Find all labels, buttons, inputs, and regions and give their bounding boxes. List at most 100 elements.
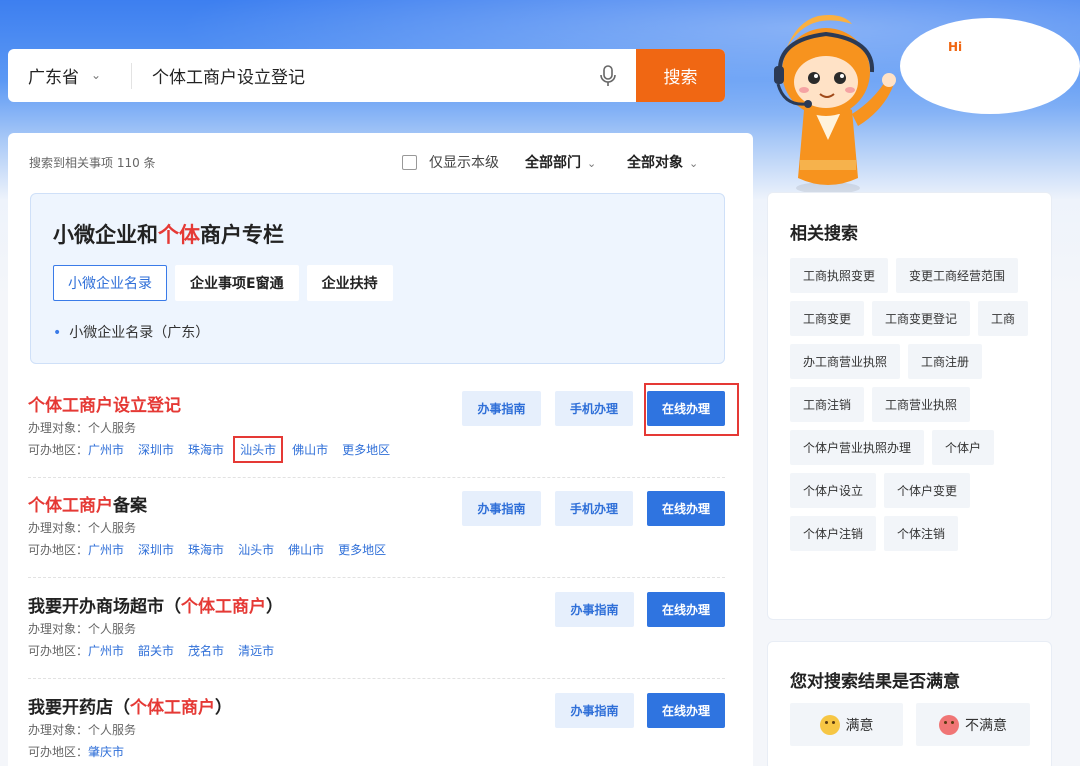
area-link[interactable]: 肇庆市 bbox=[88, 743, 124, 760]
department-label: 全部部门 bbox=[525, 155, 581, 171]
online-handle-button[interactable]: 在线办理 bbox=[647, 491, 725, 526]
area-link[interactable]: 汕头市 bbox=[238, 541, 274, 558]
tab-enterprise-support[interactable]: 企业扶持 bbox=[306, 265, 393, 301]
area-label: 可办地区： bbox=[28, 543, 89, 557]
result-title[interactable]: 个体工商户设立登记 bbox=[28, 391, 181, 416]
related-chip[interactable]: 个体户设立 bbox=[790, 473, 877, 508]
satisfied-button[interactable]: 满意 bbox=[790, 703, 903, 746]
result-target: 办理对象：个人服务 bbox=[28, 521, 137, 535]
title-highlight: 个体 bbox=[158, 223, 200, 247]
area-link[interactable]: 清远市 bbox=[238, 642, 274, 659]
related-chip[interactable]: 个体户变更 bbox=[884, 473, 971, 508]
related-chip[interactable]: 变更工商经营范围 bbox=[896, 258, 1019, 293]
tab-enterprise-e-window[interactable]: 企业事项E窗通 bbox=[175, 265, 299, 301]
search-input[interactable] bbox=[132, 49, 590, 102]
feedback-panel: 您对搜索结果是否满意 满意 不满意 bbox=[767, 641, 1052, 766]
result-title[interactable]: 我要开药店（个体工商户） bbox=[28, 693, 232, 718]
target-label: 全部对象 bbox=[627, 155, 683, 171]
region-select[interactable]: 广东省 ⌄ bbox=[8, 62, 132, 89]
result-target: 办理对象：个人服务 bbox=[28, 723, 137, 737]
title-part: 小微企业和 bbox=[53, 223, 158, 247]
guide-button[interactable]: 办事指南 bbox=[462, 391, 541, 426]
area-link[interactable]: 广州市 bbox=[88, 541, 124, 558]
result-item: 我要开药店（个体工商户） 办理对象：个人服务 可办地区： 肇庆市 办事指南 在线… bbox=[28, 680, 725, 766]
frown-icon bbox=[939, 714, 959, 735]
search-button[interactable]: 搜索 bbox=[636, 49, 725, 102]
special-item-label: 小微企业名录（广东） bbox=[69, 325, 210, 341]
more-areas-link[interactable]: 更多地区 bbox=[342, 441, 390, 458]
guide-button[interactable]: 办事指南 bbox=[462, 491, 541, 526]
title-highlight: 个体工商户 bbox=[28, 496, 113, 516]
result-item: 我要开办商场超市（个体工商户） 办理对象：个人服务 可办地区： 广州市 韶关市 … bbox=[28, 579, 725, 679]
title-part: ） bbox=[215, 698, 232, 718]
result-title[interactable]: 个体工商户备案 bbox=[28, 491, 147, 516]
related-chip[interactable]: 工商注册 bbox=[908, 344, 983, 379]
title-part: ） bbox=[266, 597, 283, 617]
bullet-icon: • bbox=[53, 325, 62, 341]
guide-button[interactable]: 办事指南 bbox=[555, 693, 634, 728]
area-link-highlighted[interactable]: 汕头市 bbox=[233, 436, 284, 463]
result-count: 搜索到相关事项 110 条 bbox=[29, 156, 156, 170]
related-chip[interactable]: 工商注销 bbox=[790, 387, 865, 422]
mobile-handle-button[interactable]: 手机办理 bbox=[555, 491, 633, 526]
related-chip[interactable]: 工商营业执照 bbox=[872, 387, 971, 422]
related-chip[interactable]: 个体户 bbox=[932, 430, 995, 465]
microphone-icon[interactable] bbox=[590, 49, 626, 102]
target-filter[interactable]: 全部对象 ⌄ bbox=[627, 152, 698, 172]
result-areas: 可办地区： 广州市 深圳市 珠海市 汕头市 佛山市 更多地区 bbox=[28, 541, 400, 558]
local-only-label: 仅显示本级 bbox=[429, 155, 499, 171]
greeting-text: Hi bbox=[948, 40, 963, 54]
related-chip[interactable]: 工商变更登记 bbox=[872, 301, 971, 336]
checkbox-icon[interactable] bbox=[402, 154, 417, 170]
area-link[interactable]: 广州市 bbox=[88, 642, 124, 659]
area-label: 可办地区： bbox=[28, 644, 89, 658]
area-label: 可办地区： bbox=[28, 443, 89, 457]
divider bbox=[28, 678, 725, 679]
satisfied-label: 满意 bbox=[845, 717, 874, 734]
area-link[interactable]: 深圳市 bbox=[138, 541, 174, 558]
area-link[interactable]: 茂名市 bbox=[188, 642, 224, 659]
search-bar: 广东省 ⌄ 搜索 bbox=[8, 49, 725, 102]
title-highlight: 个体工商户设立登记 bbox=[28, 396, 181, 416]
chevron-down-icon: ⌄ bbox=[587, 157, 597, 170]
special-tabs: 小微企业名录 企业事项E窗通 企业扶持 bbox=[53, 265, 401, 301]
area-link[interactable]: 韶关市 bbox=[138, 642, 174, 659]
related-chip[interactable]: 个体户营业执照办理 bbox=[790, 430, 925, 465]
mobile-handle-button[interactable]: 手机办理 bbox=[555, 391, 633, 426]
feedback-title: 您对搜索结果是否满意 bbox=[790, 672, 960, 692]
greeting-bubble: Hi bbox=[900, 18, 1080, 114]
results-panel: 搜索到相关事项 110 条 仅显示本级 全部部门 ⌄ 全部对象 ⌄ 小微企业和个体商… bbox=[8, 133, 753, 766]
related-chip[interactable]: 工商执照变更 bbox=[790, 258, 889, 293]
area-link[interactable]: 佛山市 bbox=[288, 541, 324, 558]
result-target: 办理对象：个人服务 bbox=[28, 622, 137, 636]
tab-small-enterprise-list[interactable]: 小微企业名录 bbox=[53, 265, 167, 301]
special-list-item[interactable]: • 小微企业名录（广东） bbox=[53, 322, 209, 342]
area-link[interactable]: 广州市 bbox=[88, 441, 124, 458]
related-search-title: 相关搜索 bbox=[790, 224, 858, 244]
related-chip[interactable]: 办工商营业执照 bbox=[790, 344, 901, 379]
related-chip[interactable]: 个体注销 bbox=[884, 516, 959, 551]
area-link[interactable]: 珠海市 bbox=[188, 541, 224, 558]
related-search-panel: 相关搜索 工商执照变更 变更工商经营范围 工商变更 工商变更登记 工商 办工商营… bbox=[767, 192, 1052, 620]
local-only-toggle[interactable]: 仅显示本级 bbox=[402, 152, 499, 172]
related-chip[interactable]: 工商 bbox=[978, 301, 1029, 336]
guide-button[interactable]: 办事指南 bbox=[555, 592, 634, 627]
result-areas: 可办地区： 广州市 韶关市 茂名市 清远市 bbox=[28, 642, 288, 659]
filter-bar: 搜索到相关事项 110 条 仅显示本级 全部部门 ⌄ 全部对象 ⌄ bbox=[8, 133, 753, 183]
title-part: 我要开办商场超市（ bbox=[28, 597, 181, 617]
more-areas-link[interactable]: 更多地区 bbox=[338, 541, 386, 558]
online-handle-button[interactable]: 在线办理 bbox=[647, 592, 725, 627]
online-handle-button[interactable]: 在线办理 bbox=[647, 693, 725, 728]
related-chip[interactable]: 个体户注销 bbox=[790, 516, 877, 551]
area-link[interactable]: 佛山市 bbox=[292, 441, 328, 458]
result-item: 个体工商户设立登记 办理对象：个人服务 可办地区： 广州市 深圳市 珠海市 汕头… bbox=[28, 378, 725, 478]
result-areas: 可办地区： 肇庆市 bbox=[28, 743, 138, 760]
department-filter[interactable]: 全部部门 ⌄ bbox=[525, 152, 596, 172]
chevron-down-icon: ⌄ bbox=[689, 157, 699, 170]
result-title[interactable]: 我要开办商场超市（个体工商户） bbox=[28, 592, 283, 617]
area-link[interactable]: 珠海市 bbox=[188, 441, 224, 458]
area-link[interactable]: 深圳市 bbox=[138, 441, 174, 458]
unsatisfied-button[interactable]: 不满意 bbox=[916, 703, 1030, 746]
related-chip[interactable]: 工商变更 bbox=[790, 301, 865, 336]
special-column-title: 小微企业和个体商户专栏 bbox=[53, 219, 284, 249]
